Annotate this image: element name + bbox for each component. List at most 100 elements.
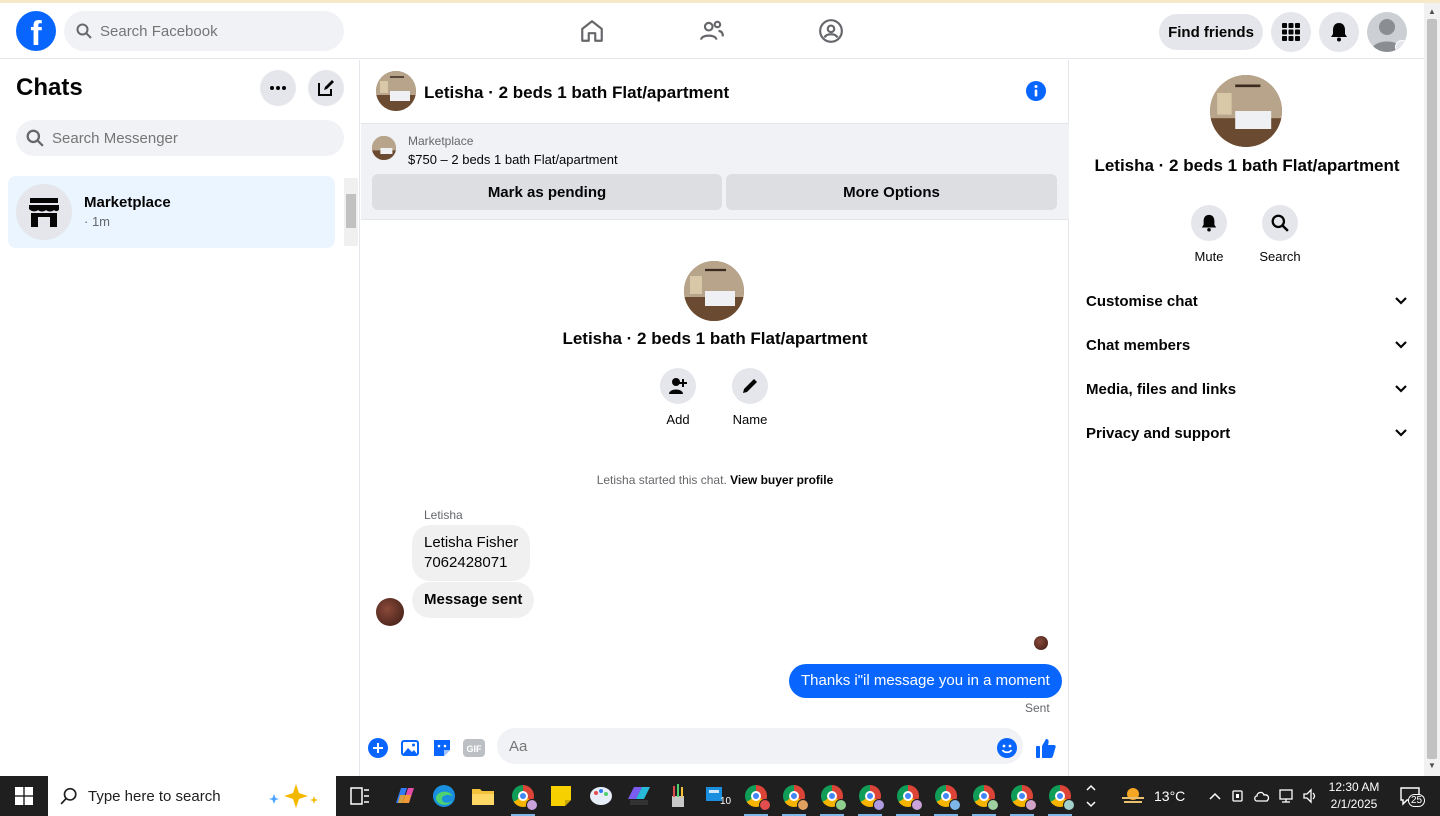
facebook-search-box[interactable] [64,11,344,51]
search-in-conversation-button[interactable] [1262,205,1298,241]
taskbar-overflow-scroller[interactable] [1082,780,1100,812]
conversation-avatar[interactable] [376,71,416,111]
message-input[interactable] [497,728,1023,764]
tray-meet-now[interactable] [1226,780,1250,812]
scrollbar-thumb[interactable] [346,194,356,228]
listing-price-title[interactable]: $750 – 2 beds 1 bath Flat/apartment [408,152,618,167]
pencil-cup-icon [672,784,684,807]
message-text-line: 7062428071 [424,554,508,571]
bedroom-photo-icon [1210,75,1282,147]
find-friends-button[interactable]: Find friends [1159,14,1263,50]
notification-center-button[interactable]: 25 [1394,780,1426,812]
taskbar-chrome-profile[interactable] [1044,780,1076,816]
customise-chat-section[interactable]: Customise chat [1086,279,1408,323]
sender-avatar[interactable] [376,598,404,626]
chat-list-scrollbar[interactable] [344,178,358,246]
groups-nav-button[interactable] [811,11,851,51]
search-in-conversation-action[interactable]: Search [1250,205,1310,264]
taskbar-chrome-profile[interactable] [778,780,810,816]
chat-members-section[interactable]: Chat members [1086,323,1408,367]
start-button[interactable] [0,776,48,816]
message-sent-status: Sent [1025,701,1050,715]
friends-icon [700,20,724,41]
mute-button[interactable] [1191,205,1227,241]
notifications-button[interactable] [1319,12,1359,52]
task-view-button[interactable] [344,780,376,812]
add-people-action[interactable]: Add [648,368,708,427]
notification-count-badge: 25 [1408,794,1426,807]
scroll-down-arrow-icon[interactable]: ▼ [1428,761,1436,770]
messenger-search-input[interactable] [52,129,252,147]
mark-as-pending-button[interactable]: Mark as pending [372,174,722,210]
view-buyer-profile-link[interactable]: View buyer profile [730,473,833,487]
speaker-icon [1303,788,1316,804]
taskbar-chrome-profile[interactable] [816,780,848,816]
incoming-message-bubble[interactable]: Letisha Fisher 7062428071 [412,525,531,581]
taskbar-pencils-app[interactable] [662,780,694,812]
taskbar-search-placeholder: Type here to search [88,787,221,805]
emoji-button[interactable] [995,736,1019,760]
add-person-button[interactable] [660,368,696,404]
privacy-support-section[interactable]: Privacy and support [1086,411,1408,455]
more-options-button[interactable]: More Options [726,174,1057,210]
incoming-message-bubble[interactable]: Message sent [412,582,535,618]
chats-options-button[interactable] [260,70,296,106]
taskbar-chrome-profile[interactable] [930,780,962,816]
tray-network[interactable] [1274,780,1298,812]
tray-onedrive[interactable] [1250,780,1274,812]
taskbar-file-explorer[interactable] [467,780,499,812]
chats-panel: Chats Marketplace · 1m [0,60,360,776]
taskbar-chrome-profile[interactable] [740,780,772,816]
name-chat-action[interactable]: Name [720,368,780,427]
chat-name: Marketplace [84,194,171,211]
weather-widget[interactable] [1117,780,1149,812]
weather-temperature[interactable]: 13°C [1154,788,1185,804]
taskbar-chrome-profile[interactable] [854,780,886,816]
folder-icon [472,789,494,805]
taskbar-chrome-profile[interactable] [507,780,539,816]
page-scrollbar-thumb[interactable] [1427,19,1437,759]
taskbar-windowed-app[interactable]: 10 [701,780,733,812]
media-files-links-section[interactable]: Media, files and links [1086,367,1408,411]
compose-icon [318,80,334,96]
menu-button[interactable] [1271,12,1311,52]
taskbar-clock[interactable]: 12:30 AM 2/1/2025 [1322,779,1386,813]
attach-media-button[interactable] [398,736,422,760]
taskbar-chrome-profile[interactable] [1006,780,1038,816]
sticker-button[interactable] [430,736,454,760]
messenger-search-box[interactable] [16,120,344,156]
tray-volume[interactable] [1298,780,1322,812]
thumbs-up-icon [1036,739,1056,758]
chrome-icon [973,785,999,811]
cloud-sync-icon [1254,791,1270,802]
pencil-icon [743,379,757,393]
more-horizontal-icon [270,86,286,90]
page-scrollbar[interactable]: ▲ ▼ [1424,3,1440,776]
taskbar-chrome-profile[interactable] [968,780,1000,816]
taskbar-edge[interactable] [428,780,460,812]
facebook-logo[interactable]: f [16,11,56,51]
taskbar-microsoft-365[interactable] [623,780,655,812]
taskbar-chrome-profile[interactable] [892,780,924,816]
taskbar-paint[interactable] [585,780,617,812]
friends-nav-button[interactable] [692,11,732,51]
new-message-button[interactable] [308,70,344,106]
taskbar-copilot[interactable] [389,780,421,812]
account-avatar[interactable]: ⌄ [1367,12,1407,52]
section-label: Privacy and support [1086,424,1231,442]
outgoing-message-bubble[interactable]: Thanks i"il message you in a moment [789,664,1062,698]
chrome-icon [1049,785,1075,811]
taskbar-search-box[interactable]: Type here to search [48,776,336,816]
name-chat-button[interactable] [732,368,768,404]
chat-list-item[interactable]: Marketplace · 1m [8,176,335,248]
like-send-button[interactable] [1034,736,1058,760]
mute-action[interactable]: Mute [1179,205,1239,264]
facebook-search-input[interactable] [100,22,300,40]
gif-button[interactable]: GIF [462,736,486,760]
scroll-up-arrow-icon[interactable]: ▲ [1428,7,1436,16]
network-icon [1279,789,1293,803]
conversation-info-button[interactable] [1025,80,1047,107]
taskbar-sticky-notes[interactable] [545,780,577,812]
more-actions-button[interactable] [366,736,390,760]
home-nav-button[interactable] [572,11,612,51]
